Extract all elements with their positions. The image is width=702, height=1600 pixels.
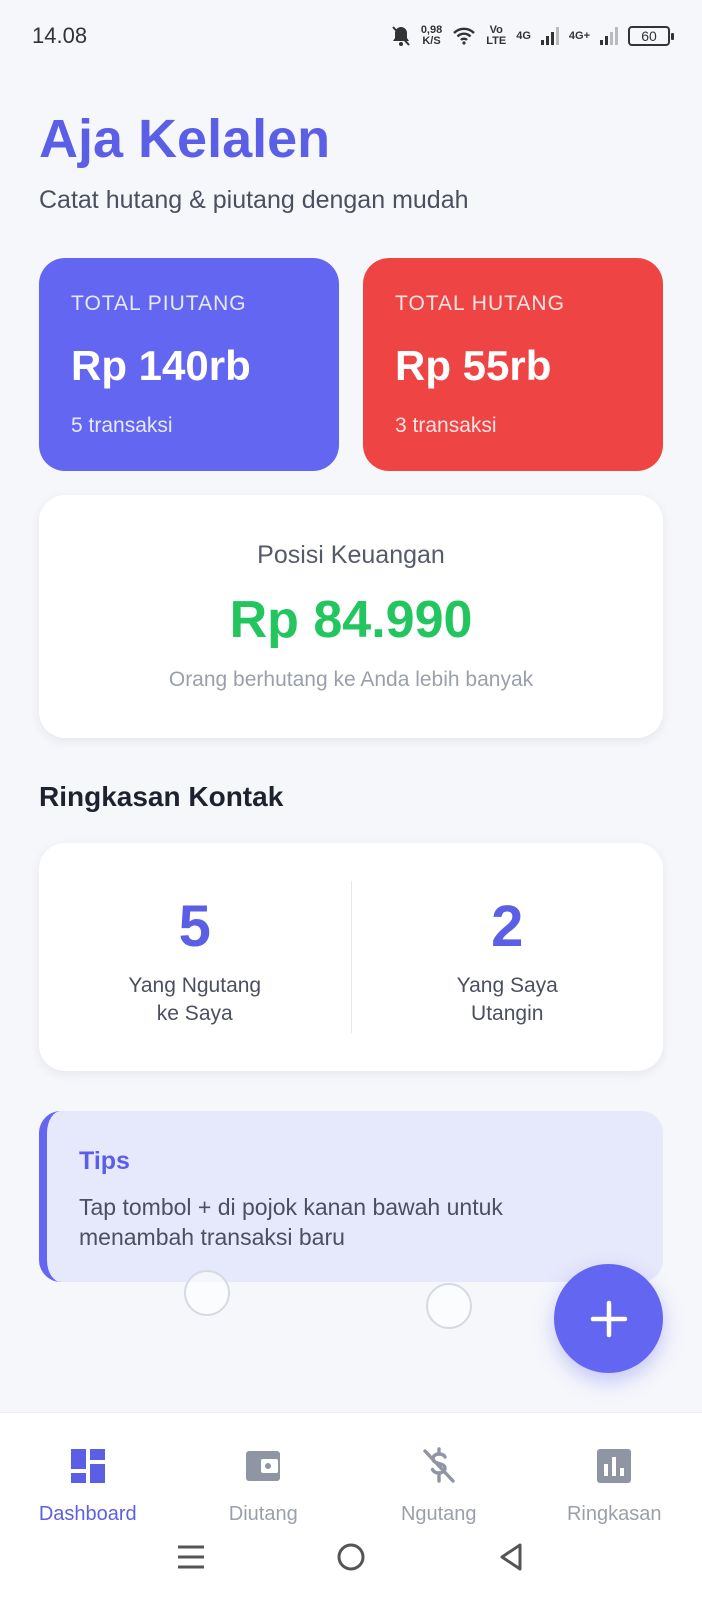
financial-position-card: Posisi Keuangan Rp 84.990 Orang berhutan… xyxy=(39,495,663,738)
bar-chart-icon xyxy=(597,1449,632,1483)
app-subtitle: Catat hutang & piutang dengan mudah xyxy=(39,186,469,214)
dashboard-icon xyxy=(70,1449,105,1483)
owe-me-count: 5 xyxy=(178,894,211,959)
touch-indicator xyxy=(184,1270,230,1316)
system-nav-bar xyxy=(0,1532,702,1600)
status-icons: 0,98 K/S Vo LTE 4G 4G+ 60 xyxy=(391,24,674,47)
status-time: 14.08 xyxy=(32,23,88,48)
contact-summary-card: 5 Yang Ngutang ke Saya 2 Yang Saya Utang… xyxy=(39,843,663,1071)
nav-ngutang[interactable]: Ngutang xyxy=(351,1413,527,1532)
network-type-1: 4G xyxy=(516,29,531,42)
i-owe-count: 2 xyxy=(491,894,524,959)
volte-indicator: Vo LTE xyxy=(486,24,507,47)
hutang-count: 3 transaksi xyxy=(395,414,497,437)
wifi-icon xyxy=(453,27,476,45)
status-bar: 14.08 0,98 K/S Vo LTE 4G 4G+ 60 xyxy=(0,0,702,72)
dollar-off-icon xyxy=(423,1447,455,1483)
back-icon[interactable] xyxy=(496,1542,526,1572)
add-transaction-button[interactable] xyxy=(554,1264,663,1373)
nav-label: Dashboard xyxy=(38,1503,137,1525)
wallet-icon xyxy=(246,1451,281,1481)
bottom-nav: Dashboard Diutang Ngutang Ringkasan xyxy=(0,1412,702,1532)
tips-body: Tap tombol + di pojok kanan bawah untuk … xyxy=(79,1194,503,1250)
plus-icon xyxy=(590,1300,627,1337)
battery-icon: 60 xyxy=(628,26,674,46)
tips-title: Tips xyxy=(79,1147,130,1175)
signal-icon-2 xyxy=(600,27,618,45)
app-title: Aja Kelalen xyxy=(39,109,331,169)
position-amount: Rp 84.990 xyxy=(229,591,473,649)
i-owe-stat[interactable]: 2 Yang Saya Utangin xyxy=(352,843,664,1071)
nav-dashboard[interactable]: Dashboard xyxy=(0,1413,176,1532)
home-icon[interactable] xyxy=(336,1542,366,1572)
network-speed: 0,98 K/S xyxy=(420,24,443,47)
menu-icon[interactable] xyxy=(176,1542,206,1572)
piutang-amount: Rp 140rb xyxy=(71,342,251,389)
position-note: Orang berhutang ke Anda lebih banyak xyxy=(168,668,534,691)
nav-label: Diutang xyxy=(228,1503,298,1525)
contact-summary-title: Ringkasan Kontak xyxy=(39,781,284,812)
owe-me-stat[interactable]: 5 Yang Ngutang ke Saya xyxy=(39,843,351,1071)
touch-indicator xyxy=(426,1283,472,1329)
hutang-label: TOTAL HUTANG xyxy=(395,292,565,315)
signal-icon xyxy=(540,27,559,45)
i-owe-label: Yang Saya Utangin xyxy=(456,974,558,1025)
nav-diutang[interactable]: Diutang xyxy=(176,1413,352,1532)
nav-label: Ngutang xyxy=(400,1503,477,1525)
network-type-2: 4G+ xyxy=(568,29,590,42)
total-hutang-card[interactable]: TOTAL HUTANG Rp 55rb 3 transaksi xyxy=(363,258,663,471)
hutang-amount: Rp 55rb xyxy=(395,342,552,389)
bell-off-icon xyxy=(392,26,410,46)
total-piutang-card[interactable]: TOTAL PIUTANG Rp 140rb 5 transaksi xyxy=(39,258,339,471)
nav-ringkasan[interactable]: Ringkasan xyxy=(527,1413,702,1532)
position-title: Posisi Keuangan xyxy=(257,541,445,569)
piutang-count: 5 transaksi xyxy=(71,414,173,437)
tips-box: Tips Tap tombol + di pojok kanan bawah u… xyxy=(39,1111,663,1282)
nav-label: Ringkasan xyxy=(566,1503,662,1525)
piutang-label: TOTAL PIUTANG xyxy=(71,292,247,315)
owe-me-label: Yang Ngutang ke Saya xyxy=(128,974,262,1025)
